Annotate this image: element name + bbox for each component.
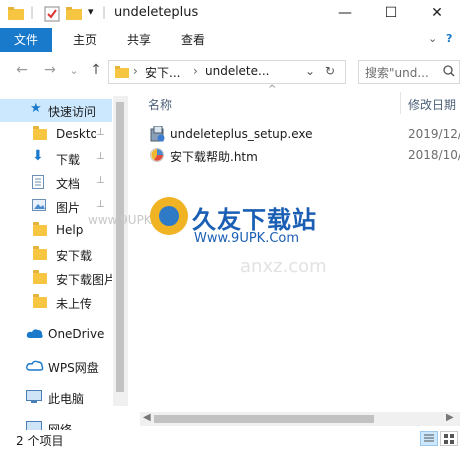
- up-button[interactable]: ↑: [86, 62, 106, 78]
- quick-access-toolbar-dropdown-icon[interactable]: ▾: [88, 5, 94, 18]
- navigation-pane: ★ 快速访问 Desktop ⊥ ⬇ 下载 ⊥ 文档 ⊥ 图片 ⊥ Help 安…: [0, 90, 128, 431]
- folder-icon: [33, 222, 47, 236]
- folder-icon: [115, 66, 129, 81]
- tab-share[interactable]: 共享: [114, 28, 164, 52]
- separator-icon: |: [102, 5, 107, 19]
- breadcrumb-item[interactable]: 安下...: [145, 64, 180, 81]
- sidebar-item-desktop[interactable]: Desktop ⊥: [0, 123, 112, 146]
- folder-icon: [33, 126, 47, 140]
- sidebar-item-label: 快速访问: [48, 105, 97, 119]
- sidebar-item-this-pc[interactable]: 此电脑: [0, 386, 112, 409]
- sidebar-item-wps-drive[interactable]: WPS网盘: [0, 355, 112, 378]
- details-view-button[interactable]: [420, 431, 438, 446]
- column-divider[interactable]: [400, 92, 401, 114]
- document-icon: [32, 175, 46, 189]
- maximize-button[interactable]: ☐: [368, 0, 414, 28]
- folder-icon: [8, 6, 24, 23]
- pin-icon: ⊥: [96, 199, 105, 210]
- close-button[interactable]: ✕: [414, 0, 460, 28]
- sidebar-item-documents[interactable]: 文档 ⊥: [0, 171, 112, 194]
- tab-file[interactable]: 文件: [0, 28, 52, 52]
- sidebar-item-label: 未上传: [56, 297, 93, 311]
- sidebar-item-label: 此电脑: [48, 392, 85, 406]
- sidebar-item-label: 安下载图片: [56, 273, 112, 287]
- watermark-faint-text: anxz.com: [240, 256, 327, 277]
- navigation-bar: ← → ⌄ ↑ › 安下... › undelete... ⌄ ↻ 搜索"und…: [0, 56, 460, 88]
- sidebar-item-downloads[interactable]: ⬇ 下载 ⊥: [0, 147, 112, 170]
- folder-icon: [33, 246, 47, 260]
- sidebar-item-onedrive[interactable]: OneDrive: [0, 323, 112, 346]
- folder-icon: [33, 294, 47, 308]
- scroll-left-icon[interactable]: ◀: [143, 412, 151, 423]
- tab-home[interactable]: 主页: [60, 28, 110, 52]
- back-button[interactable]: ←: [12, 62, 32, 78]
- picture-icon: [32, 199, 46, 213]
- breadcrumb-item[interactable]: undelete...: [205, 64, 269, 78]
- sidebar-item-not-uploaded[interactable]: 未上传: [0, 291, 112, 314]
- watermark-url: Www.9UPK.Com: [194, 231, 300, 246]
- window-title: undeleteplus: [114, 5, 199, 20]
- pin-icon: ⊥: [96, 151, 105, 162]
- download-icon: ⬇: [32, 148, 44, 164]
- scrollbar-thumb[interactable]: [116, 102, 124, 392]
- file-row[interactable]: undeleteplus_setup.exe 2019/12/: [148, 125, 460, 145]
- large-icons-view-button[interactable]: [440, 431, 458, 446]
- pin-icon: ⊥: [96, 127, 105, 138]
- sidebar-item-network[interactable]: 网络: [0, 417, 112, 431]
- scrollbar-thumb[interactable]: [154, 415, 374, 423]
- properties-icon[interactable]: [44, 6, 60, 25]
- cloud-icon: [26, 327, 43, 341]
- search-placeholder: 搜索"und...: [365, 66, 429, 80]
- file-name: 安下载帮助.htm: [170, 150, 258, 164]
- star-icon: ★: [30, 101, 42, 116]
- file-date: 2018/10/: [408, 148, 460, 162]
- navigation-scrollbar[interactable]: [113, 96, 128, 406]
- recent-locations-button[interactable]: ⌄: [64, 64, 84, 77]
- file-row[interactable]: 安下载帮助.htm 2018/10/: [148, 146, 460, 166]
- folder-icon: [33, 270, 47, 284]
- tab-view[interactable]: 查看: [168, 28, 218, 52]
- watermark-logo-icon: [150, 197, 188, 235]
- column-header-name[interactable]: 名称: [148, 96, 172, 113]
- cloud-icon: [26, 359, 44, 373]
- status-bar: 2 个项目: [0, 430, 460, 448]
- minimize-button[interactable]: —: [322, 0, 368, 28]
- separator-icon: |: [30, 5, 35, 19]
- ribbon-tabs: 文件 主页 共享 查看 ⌄ ?: [0, 28, 460, 52]
- help-icon[interactable]: ?: [446, 32, 452, 45]
- sidebar-item-label: Desktop: [56, 127, 96, 141]
- forward-button[interactable]: →: [40, 62, 60, 78]
- html-icon: [150, 148, 166, 167]
- sidebar-item-anxiazai-pictures[interactable]: 安下载图片: [0, 267, 112, 290]
- installer-icon: [150, 125, 166, 145]
- sidebar-item-label: 安下载: [56, 249, 93, 263]
- item-count: 2 个项目: [16, 434, 64, 448]
- sidebar-item-label: WPS网盘: [48, 361, 99, 375]
- sidebar-item-anxiazai[interactable]: 安下载: [0, 243, 112, 266]
- sort-indicator-icon: ^: [268, 84, 277, 95]
- file-date: 2019/12/: [408, 127, 460, 141]
- pin-icon: ⊥: [96, 175, 105, 186]
- file-name: undeleteplus_setup.exe: [170, 127, 313, 141]
- sidebar-item-label: OneDrive: [48, 327, 105, 341]
- ribbon-expand-icon[interactable]: ⌄: [428, 32, 437, 45]
- search-input[interactable]: 搜索"und...: [358, 60, 460, 84]
- search-icon: [443, 65, 455, 80]
- horizontal-scrollbar[interactable]: ◀ ▶: [140, 412, 460, 426]
- address-dropdown-icon[interactable]: ⌄: [305, 64, 315, 78]
- breadcrumb-separator: ›: [193, 64, 198, 78]
- computer-icon: [26, 390, 42, 404]
- title-bar: | ▾ | undeleteplus — ☐ ✕: [0, 0, 460, 28]
- breadcrumb-separator: ›: [133, 64, 138, 78]
- scroll-right-icon[interactable]: ▶: [446, 412, 454, 423]
- address-bar[interactable]: › 安下... › undelete... ⌄ ↻: [108, 60, 346, 84]
- column-header-date-modified[interactable]: 修改日期: [408, 96, 456, 113]
- sidebar-item-quick-access[interactable]: ★ 快速访问: [0, 99, 112, 122]
- refresh-button[interactable]: ↻: [325, 64, 335, 78]
- new-folder-icon[interactable]: [66, 6, 82, 23]
- watermark-title: 久友下载站: [192, 206, 317, 234]
